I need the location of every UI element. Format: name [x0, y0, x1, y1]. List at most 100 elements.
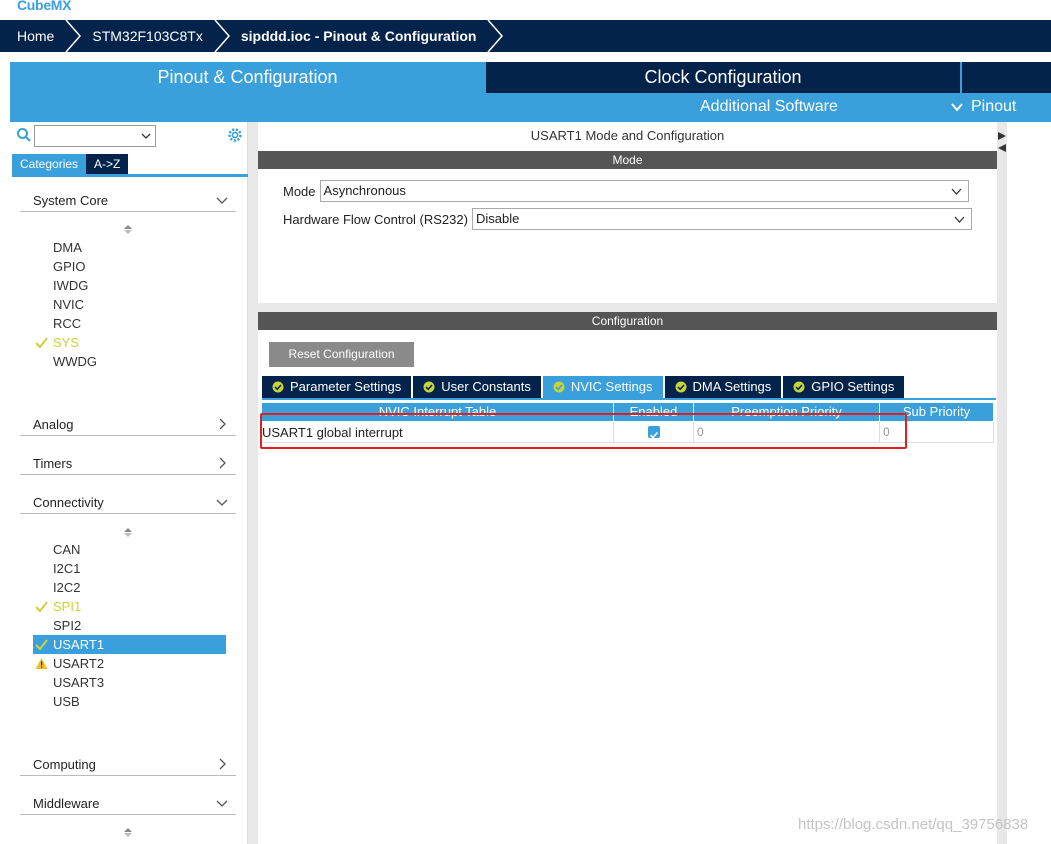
mode-row: Mode Asynchronous [283, 180, 969, 202]
scroll-up-icon[interactable] [123, 224, 133, 234]
mode-select[interactable]: Asynchronous [319, 180, 969, 202]
search-icon [17, 128, 31, 142]
breadcrumb-label: sipddd.ioc - Pinout & Configuration [240, 28, 477, 44]
pinout-menu[interactable]: Pinout [950, 95, 1016, 119]
expand-right-icon[interactable] [998, 132, 1006, 140]
breadcrumb-project[interactable]: sipddd.ioc - Pinout & Configuration [235, 20, 509, 52]
chevron-down-icon [216, 499, 228, 506]
tab-label: Parameter Settings [290, 379, 402, 394]
sidebar-item-gpio[interactable]: GPIO [33, 257, 226, 276]
tab-categories[interactable]: Categories [12, 154, 87, 174]
tab-gpio-settings[interactable]: GPIO Settings [783, 376, 905, 398]
reset-configuration-button[interactable]: Reset Configuration [269, 342, 414, 367]
sidebar-item-nvic[interactable]: NVIC [33, 295, 226, 314]
check-icon [35, 337, 48, 349]
configuration-section-header: Configuration [258, 312, 997, 330]
chevron-down-icon [954, 216, 965, 223]
category-system-core[interactable]: System Core [20, 190, 236, 212]
tab-nvic-settings[interactable]: NVIC Settings [542, 376, 663, 398]
tab-label: NVIC Settings [570, 379, 653, 394]
main-panel: USART1 Mode and Configuration Mode Mode … [258, 122, 997, 844]
check-circle-icon [423, 381, 435, 393]
scroll-up-icon[interactable] [123, 527, 133, 537]
category-label: System Core [33, 193, 109, 208]
warning-icon [35, 658, 48, 669]
chevron-right-icon [65, 20, 82, 52]
tab-clock-configuration[interactable]: Clock Configuration [486, 62, 960, 93]
category-connectivity[interactable]: Connectivity [20, 492, 236, 514]
scroll-up-icon[interactable] [123, 827, 133, 837]
top-tab-bar: Pinout & Configuration Clock Configurati… [10, 62, 1051, 122]
chevron-right-icon [219, 457, 226, 469]
sidebar-item-spi1[interactable]: SPI1 [33, 597, 226, 616]
tab-pinout-configuration[interactable]: Pinout & Configuration [10, 62, 485, 93]
sidebar-item-dma[interactable]: DMA [33, 238, 226, 257]
chevron-right-icon [214, 20, 230, 52]
filter-underline [12, 174, 248, 177]
tab-underline [262, 398, 996, 400]
check-circle-icon [553, 381, 565, 393]
tab-user-constants[interactable]: User Constants [413, 376, 541, 398]
breadcrumb: Home STM32F103C8Tx sipddd.ioc - Pinout &… [0, 20, 1051, 52]
sidebar-item-wwdg[interactable]: WWDG [33, 352, 226, 371]
category-middleware[interactable]: Middleware [20, 793, 236, 815]
check-icon [35, 601, 48, 613]
hardware-flow-control-label: Hardware Flow Control (RS232) [283, 211, 468, 227]
page-title: USART1 Mode and Configuration [530, 128, 725, 143]
check-circle-icon [272, 381, 284, 393]
category-label: Connectivity [33, 495, 104, 510]
category-timers[interactable]: Timers [20, 453, 236, 475]
gear-icon[interactable] [226, 126, 244, 144]
breadcrumb-home[interactable]: Home [0, 20, 86, 52]
chevron-down-icon [216, 800, 228, 807]
mode-section-header: Mode [258, 151, 997, 169]
sidebar-item-rcc[interactable]: RCC [33, 314, 226, 333]
category-computing[interactable]: Computing [20, 754, 236, 776]
sidebar-item-iwdg[interactable]: IWDG [33, 276, 226, 295]
category-label: Analog [33, 417, 74, 432]
check-circle-icon [793, 381, 805, 393]
chevron-down-icon [951, 103, 963, 112]
search-input[interactable] [34, 125, 156, 147]
tab-a-to-z[interactable]: A->Z [86, 154, 129, 174]
tab-label: DMA Settings [692, 379, 772, 394]
tab-project-manager[interactable] [962, 62, 1051, 93]
sidebar-item-sys[interactable]: SYS [33, 333, 226, 352]
category-label: Timers [33, 456, 73, 471]
breadcrumb-device[interactable]: STM32F103C8Tx [86, 20, 234, 52]
sidebar-item-usart1[interactable]: USART1 [33, 635, 226, 654]
sidebar-item-label: USART2 [53, 656, 105, 671]
hardware-flow-control-row: Hardware Flow Control (RS232) Disable [283, 208, 972, 230]
mode-panel: Mode Asynchronous Hardware Flow Control … [258, 169, 997, 303]
sidebar-item-i2c1[interactable]: I2C1 [33, 559, 226, 578]
chevron-down-icon [141, 133, 151, 139]
panel-splitter[interactable] [258, 303, 997, 312]
sidebar-item-can[interactable]: CAN [33, 540, 226, 559]
hardware-flow-control-value: Disable [475, 211, 520, 226]
tab-dma-settings[interactable]: DMA Settings [664, 376, 782, 398]
breadcrumb-label: Home [17, 28, 55, 44]
sidebar-item-label: SYS [53, 335, 80, 350]
sidebar-item-spi2[interactable]: SPI2 [33, 616, 226, 635]
category-analog[interactable]: Analog [20, 414, 236, 436]
tab-parameter-settings[interactable]: Parameter Settings [262, 376, 412, 398]
breadcrumb-label: STM32F103C8Tx [92, 28, 203, 44]
sidebar-splitter[interactable] [248, 122, 258, 844]
sidebar-item-i2c2[interactable]: I2C2 [33, 578, 226, 597]
sidebar-filter-tabs: Categories A->Z [12, 154, 129, 174]
right-panel-splitter[interactable] [997, 122, 1007, 844]
chevron-down-icon [216, 197, 228, 204]
expand-left-icon[interactable] [998, 144, 1006, 152]
sidebar-item-label: SPI1 [53, 599, 82, 614]
sidebar-item-usart2[interactable]: USART2 [33, 654, 226, 673]
sidebar-item-usb[interactable]: USB [33, 692, 226, 711]
hardware-flow-control-select[interactable]: Disable [471, 208, 972, 230]
mode-select-value: Asynchronous [323, 183, 406, 198]
highlight-annotation [260, 413, 907, 449]
tab-label: User Constants [441, 379, 531, 394]
additional-software-link[interactable]: Additional Software [700, 95, 838, 119]
chevron-right-icon [219, 758, 226, 770]
tab-label: GPIO Settings [811, 379, 895, 394]
check-circle-icon [675, 381, 687, 393]
sidebar-item-usart3[interactable]: USART3 [33, 673, 226, 692]
